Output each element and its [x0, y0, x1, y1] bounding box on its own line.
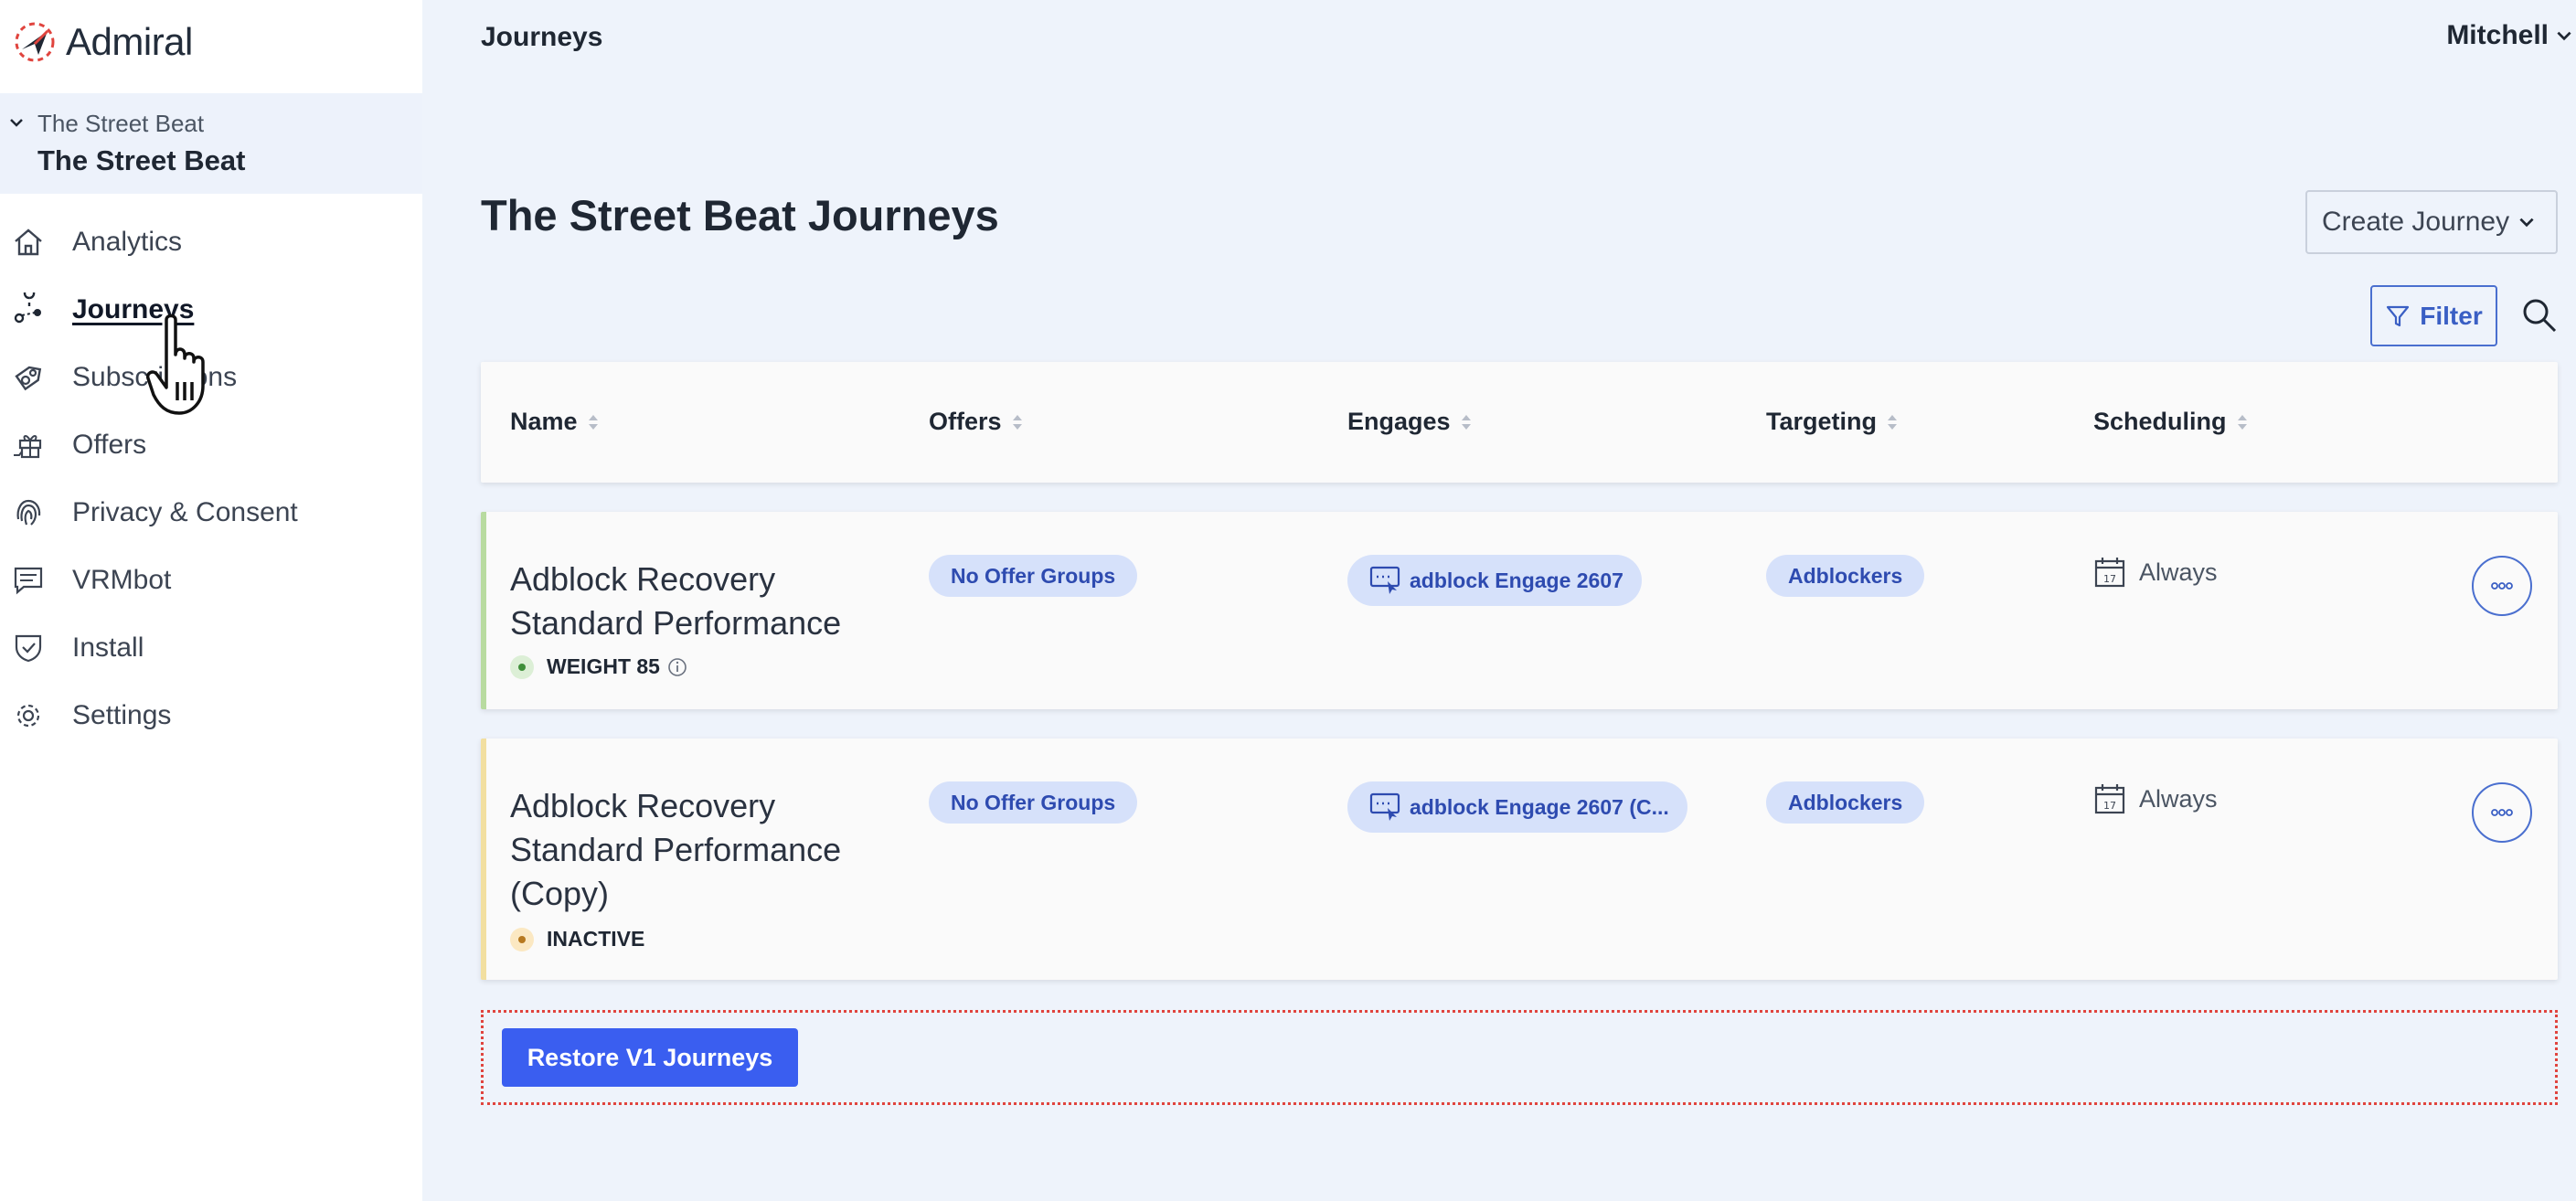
engage-icon: [1369, 566, 1400, 594]
engage-icon: [1369, 792, 1400, 821]
chevron-down-icon: [10, 119, 23, 127]
sidebar-item-label: Privacy & Consent: [72, 497, 298, 527]
info-icon[interactable]: [667, 657, 687, 677]
table-row[interactable]: Adblock Recovery Standard Performance (C…: [481, 739, 2558, 980]
site-switcher[interactable]: The Street Beat The Street Beat: [0, 93, 422, 194]
engage-pill[interactable]: adblock Engage 2607: [1347, 555, 1642, 606]
sidebar-item-label: VRMbot: [72, 565, 172, 595]
gift-icon: [11, 428, 46, 462]
user-menu[interactable]: Mitchell: [2446, 20, 2576, 51]
home-icon: [11, 225, 46, 260]
status-label: WEIGHT 85: [547, 654, 660, 678]
column-header-label: Name: [510, 408, 578, 435]
row-actions-button[interactable]: [2472, 556, 2532, 616]
schedule-cell: 17 Always: [2093, 556, 2218, 589]
fingerprint-icon: [11, 495, 46, 530]
search-icon[interactable]: [2520, 296, 2559, 335]
sidebar-item-privacy[interactable]: Privacy & Consent: [0, 479, 422, 547]
column-header-targeting[interactable]: Targeting: [1766, 408, 1899, 436]
user-name: Mitchell: [2446, 20, 2549, 50]
schedule-label: Always: [2139, 784, 2218, 813]
offer-groups-pill[interactable]: No Offer Groups: [929, 781, 1138, 824]
column-header-label: Offers: [929, 408, 1002, 435]
status-dot: [510, 654, 534, 679]
targeting-pill[interactable]: Adblockers: [1766, 781, 1925, 824]
schedule-label: Always: [2139, 558, 2218, 586]
svg-text:17: 17: [2103, 800, 2116, 812]
engage-label: adblock Engage 2607: [1410, 568, 1623, 592]
create-journey-label: Create Journey: [2322, 207, 2510, 237]
engage-label: adblock Engage 2607 (C...: [1410, 794, 1669, 819]
hand-cursor-icon: [146, 314, 205, 415]
status-badge: WEIGHT 85: [510, 654, 687, 679]
page-title: The Street Beat Journeys: [481, 191, 999, 239]
status-badge: INACTIVE: [510, 927, 644, 951]
sidebar-nav: Analytics Journeys Subscriptions Offers …: [0, 208, 422, 749]
column-header-label: Targeting: [1766, 408, 1877, 435]
admiral-logo-icon: [15, 22, 55, 62]
sidebar-item-settings[interactable]: Settings: [0, 682, 422, 749]
journey-name[interactable]: Adblock Recovery Standard Performance (C…: [510, 784, 894, 916]
restore-section: Restore V1 Journeys: [481, 1010, 2558, 1105]
column-header-offers[interactable]: Offers: [929, 408, 1024, 436]
shield-icon: [11, 631, 46, 665]
column-header-engages[interactable]: Engages: [1347, 408, 1473, 436]
sidebar-item-install[interactable]: Install: [0, 614, 422, 682]
chat-icon: [11, 563, 46, 598]
logo-text: Admiral: [66, 20, 193, 63]
gear-icon: [11, 698, 46, 733]
restore-v1-journeys-button[interactable]: Restore V1 Journeys: [502, 1028, 798, 1087]
journeys-icon: [11, 287, 46, 327]
svg-text:17: 17: [2103, 573, 2116, 585]
calendar-icon: 17: [2094, 784, 2125, 814]
engage-pill[interactable]: adblock Engage 2607 (C...: [1347, 781, 1687, 833]
sort-icon: [2237, 414, 2247, 430]
status-dot: [510, 927, 534, 951]
row-actions-button[interactable]: [2472, 782, 2532, 843]
calendar-icon: 17: [2094, 558, 2125, 588]
more-options-icon: [2491, 582, 2513, 590]
admiral-logo[interactable]: Admiral: [11, 16, 193, 68]
chevron-down-icon: [2557, 31, 2571, 41]
sidebar-item-label: Offers: [72, 430, 147, 460]
sort-icon: [1888, 414, 1897, 430]
sidebar: Admiral The Street Beat The Street Beat …: [0, 0, 422, 1201]
filter-label: Filter: [2420, 301, 2483, 330]
offer-groups-pill[interactable]: No Offer Groups: [929, 555, 1138, 597]
more-options-icon: [2491, 809, 2513, 816]
column-header-name[interactable]: Name: [510, 408, 600, 436]
table-header: Name Offers Engages Targeting Scheduling: [481, 362, 2558, 483]
table-row[interactable]: Adblock Recovery Standard Performance WE…: [481, 512, 2558, 709]
chevron-down-icon: [2519, 218, 2534, 228]
column-header-label: Engages: [1347, 408, 1451, 435]
filter-button[interactable]: Filter: [2370, 285, 2497, 346]
sidebar-item-offers[interactable]: Offers: [0, 411, 422, 479]
targeting-pill[interactable]: Adblockers: [1766, 555, 1925, 597]
sidebar-item-analytics[interactable]: Analytics: [0, 208, 422, 276]
subscriptions-icon: [11, 360, 46, 395]
sidebar-item-label: Settings: [72, 700, 172, 730]
site-parent-label: The Street Beat: [37, 110, 205, 137]
journey-name[interactable]: Adblock Recovery Standard Performance: [510, 558, 894, 645]
sort-icon: [1012, 414, 1022, 430]
sidebar-item-vrmbot[interactable]: VRMbot: [0, 547, 422, 614]
sort-icon: [588, 414, 598, 430]
site-current-label: The Street Beat: [37, 144, 246, 176]
column-header-scheduling[interactable]: Scheduling: [2093, 408, 2249, 436]
column-header-label: Scheduling: [2093, 408, 2227, 435]
topbar-section-title: Journeys: [481, 22, 603, 52]
schedule-cell: 17 Always: [2093, 782, 2218, 815]
sidebar-item-label: Analytics: [72, 227, 183, 257]
create-journey-dropdown[interactable]: Create Journey: [2305, 190, 2558, 254]
filter-icon: [2387, 305, 2410, 326]
sidebar-item-label: Install: [72, 632, 144, 663]
sort-icon: [1461, 414, 1471, 430]
status-label: INACTIVE: [547, 927, 645, 951]
